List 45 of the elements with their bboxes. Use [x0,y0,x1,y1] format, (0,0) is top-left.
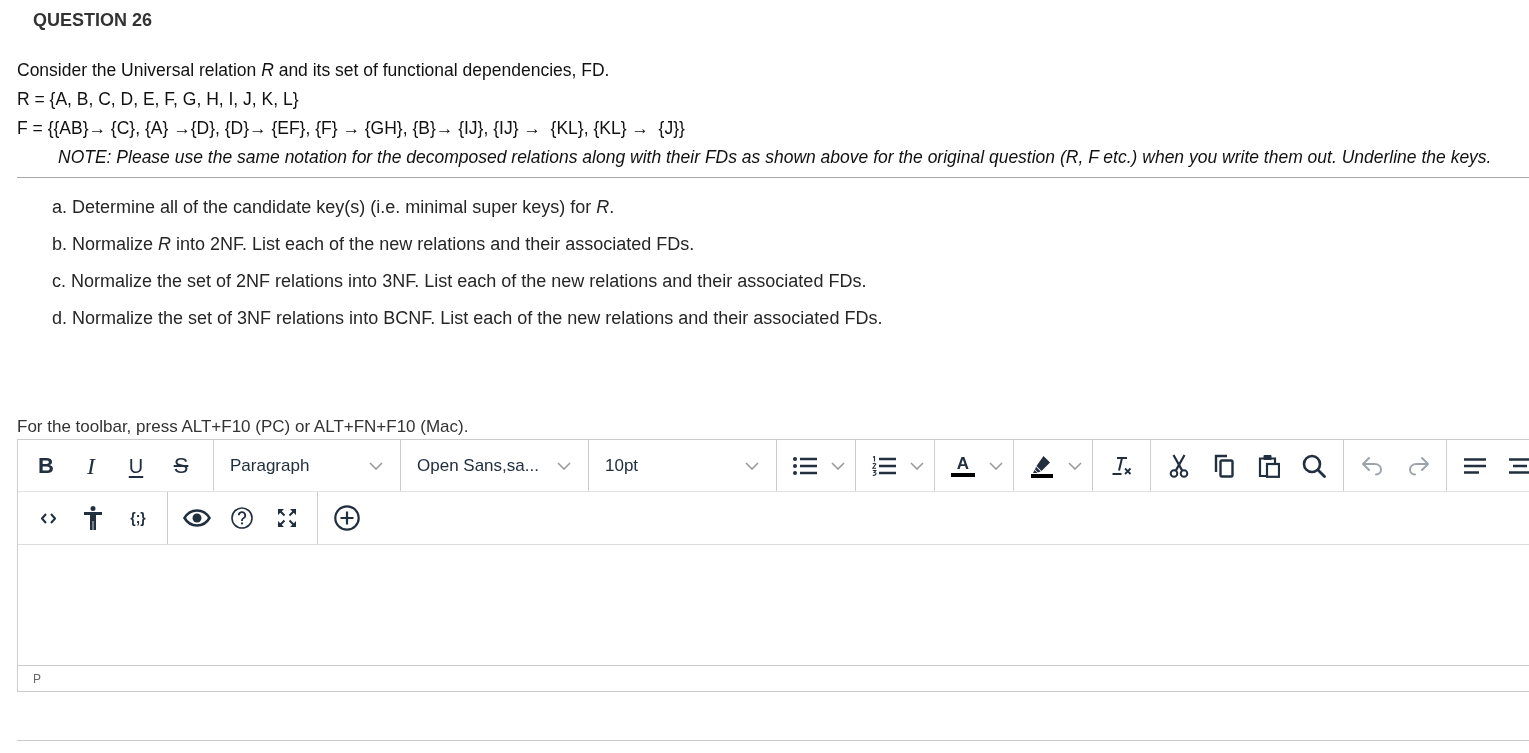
block-format-select[interactable]: Paragraph [218,448,396,483]
underline-button[interactable]: U [116,448,156,483]
bold-button[interactable]: B [26,448,66,483]
undo-icon [1361,455,1383,476]
clipboard-icon [1258,453,1280,478]
chevron-down-icon [989,461,1003,470]
code-sample-button[interactable]: {;} [118,501,158,535]
question-text: Consider the Universal relation R and its set of functional dependencies, FD. [17,59,610,82]
search-icon [1302,453,1326,478]
chevron-down-icon [910,461,924,470]
toolbar-hint: For the toolbar, press ALT+F10 (PC) or ALT+FN+F10 (Mac). [17,417,469,437]
note-text: NOTE: Please use the same notation for the decomposed relations along with their FDs as shown above for the original question (R, F etc.) when you write them out. Underline the keys. [58,146,1492,169]
text-color-button[interactable]: A [943,448,983,483]
fullscreen-icon [277,508,297,528]
question-part: d. Normalize the set of 3NF relations into BCNF. List each of the new relations and their associated FDs. [52,307,883,330]
question-text: F = {{AB}→ {C}, {A} →{D}, {D}→ {EF}, {F} → {GH}, {B}→ {IJ}, {IJ} → {KL}, {KL} → {J}} [17,117,685,140]
chevron-down-icon [745,461,759,470]
question-title: QUESTION 26 [33,9,153,32]
help-icon [231,507,253,529]
person-icon [84,506,102,530]
element-path[interactable]: P [33,671,41,686]
scissors-icon [1169,453,1189,478]
question-part: a. Determine all of the candidate key(s) (i.e. minimal super keys) for R. [52,196,615,219]
font-family-select[interactable]: Open Sans,sa... [405,448,584,483]
chevron-down-icon [557,461,571,470]
numbered-list-icon [872,455,896,476]
question-part: b. Normalize R into 2NF. List each of the new relations and their associated FDs. [52,233,695,256]
question-text: R = {A, B, C, D, E, F, G, H, I, J, K, L} [17,88,299,111]
clear-formatting-icon [1111,455,1133,476]
align-left-icon [1464,457,1486,474]
eye-icon [183,509,211,527]
marker-icon [1030,453,1054,478]
copy-icon [1214,453,1234,478]
question-part: c. Normalize the set of 2NF relations into 3NF. List each of the new relations and their associated FDs. [52,270,867,293]
strikethrough-button[interactable]: S [161,448,201,483]
font-size-select[interactable]: 10pt [593,448,772,483]
chevron-down-icon [369,461,383,470]
bullet-list-icon [793,455,817,476]
chevron-down-icon [1068,461,1082,470]
chevron-down-icon [831,461,845,470]
italic-button[interactable]: I [71,448,111,483]
align-center-icon [1509,457,1529,474]
plus-circle-icon [334,505,360,531]
redo-icon [1408,455,1430,476]
code-icon [40,512,56,524]
